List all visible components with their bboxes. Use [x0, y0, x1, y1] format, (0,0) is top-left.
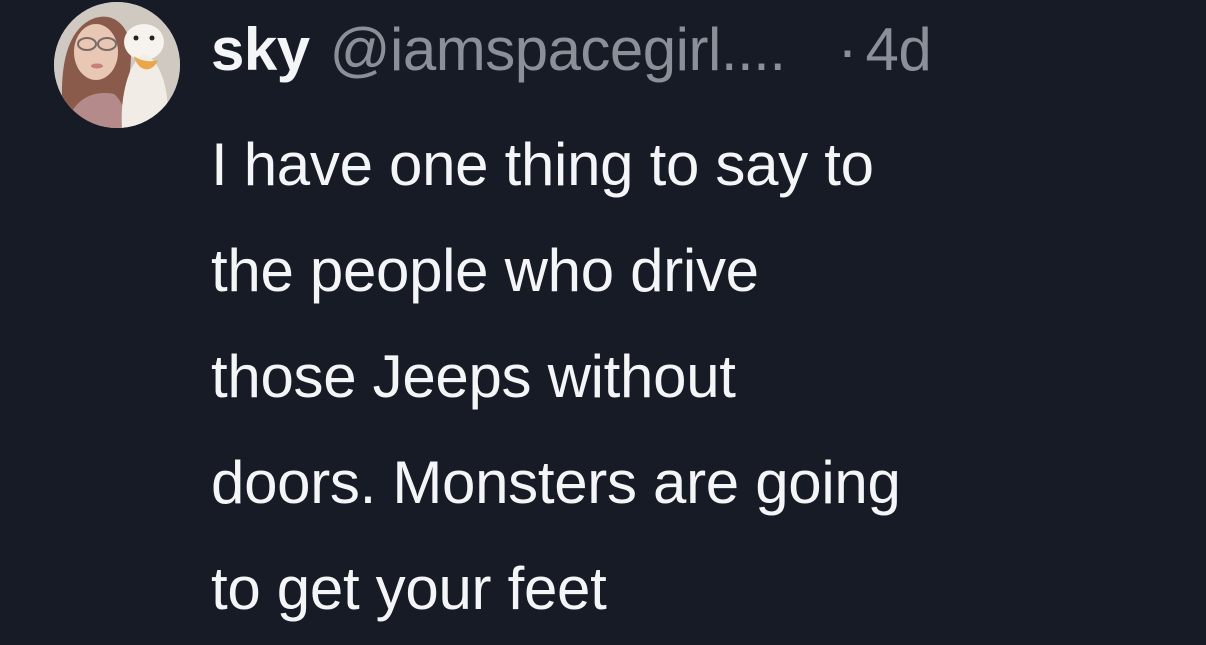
author-handle[interactable]: @iamspacegirl.... — [330, 10, 786, 90]
author-display-name[interactable]: sky — [211, 10, 310, 90]
tweet: sky @iamspacegirl.... · 4d I have one th… — [0, 0, 1206, 645]
tweet-text: I have one thing to say to the people wh… — [211, 131, 901, 622]
author-avatar[interactable] — [54, 2, 180, 128]
tweet-header: sky @iamspacegirl.... · 4d — [211, 10, 932, 90]
tweet-timestamp[interactable]: 4d — [865, 10, 931, 90]
avatar-photo-icon — [54, 2, 180, 128]
header-separator: · — [837, 16, 858, 83]
